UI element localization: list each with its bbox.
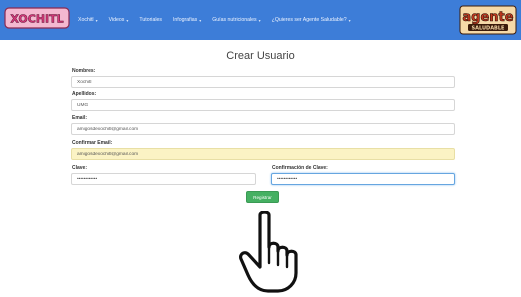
confirm-email-input[interactable] — [71, 148, 455, 160]
saludable-logo-text: SALUDABLE — [472, 26, 506, 32]
email-label: Email: — [72, 115, 88, 121]
chevron-down-icon: ▾ — [258, 17, 261, 23]
confirm-clave-label: Confirmación de Clave: — [272, 165, 328, 171]
nav-item-agente[interactable]: ¿Quieres ser Agente Saludable? ▾ — [272, 17, 351, 23]
clave-input[interactable] — [71, 173, 256, 185]
top-navbar: XOCHITL Xochitl ▾ Videos ▾ Tutoriales In… — [0, 0, 521, 40]
confirm-email-label: Confirmar Email: — [72, 140, 113, 146]
email-input[interactable] — [71, 123, 455, 135]
nav-item-label: Infografias — [172, 17, 198, 23]
nav-item-label: ¿Quieres ser Agente Saludable? — [271, 17, 347, 23]
nav-menu: Xochitl ▾ Videos ▾ Tutoriales Infografia… — [78, 0, 362, 40]
nav-item-label: Xochitl — [78, 17, 94, 23]
agente-saludable-logo[interactable]: agente SALUDABLE — [458, 4, 518, 36]
nombres-label: Nombres: — [72, 68, 96, 74]
chevron-down-icon: ▾ — [95, 17, 98, 23]
hand-pointer-icon — [239, 211, 298, 293]
nav-item-label: Tutoriales — [139, 17, 162, 23]
chevron-down-icon: ▾ — [126, 17, 129, 23]
apellidos-label: Apellidos: — [72, 91, 97, 97]
xochitl-logo[interactable]: XOCHITL — [4, 5, 70, 31]
confirm-clave-input[interactable] — [271, 173, 455, 185]
nav-item-tutoriales[interactable]: Tutoriales — [139, 17, 162, 23]
registrar-button[interactable]: Registrar — [246, 191, 279, 203]
agente-logo-text: agente — [462, 10, 513, 25]
nav-item-label: Videos — [108, 17, 125, 23]
nombres-input[interactable] — [71, 76, 455, 88]
nav-item-infografias[interactable]: Infografias ▾ — [173, 17, 201, 23]
nav-item-videos[interactable]: Videos ▾ — [109, 17, 129, 23]
nav-item-xochitl[interactable]: Xochitl ▾ — [78, 17, 98, 23]
xochitl-logo-text: XOCHITL — [10, 13, 63, 26]
chevron-down-icon: ▾ — [199, 17, 202, 23]
page-title: Crear Usuario — [226, 50, 295, 62]
chevron-down-icon: ▾ — [348, 17, 351, 23]
nav-item-guias[interactable]: Guías nutricionales ▾ — [212, 17, 260, 23]
nav-item-label: Guías nutricionales — [212, 17, 257, 23]
clave-label: Clave: — [72, 165, 88, 171]
apellidos-input[interactable] — [71, 99, 455, 111]
